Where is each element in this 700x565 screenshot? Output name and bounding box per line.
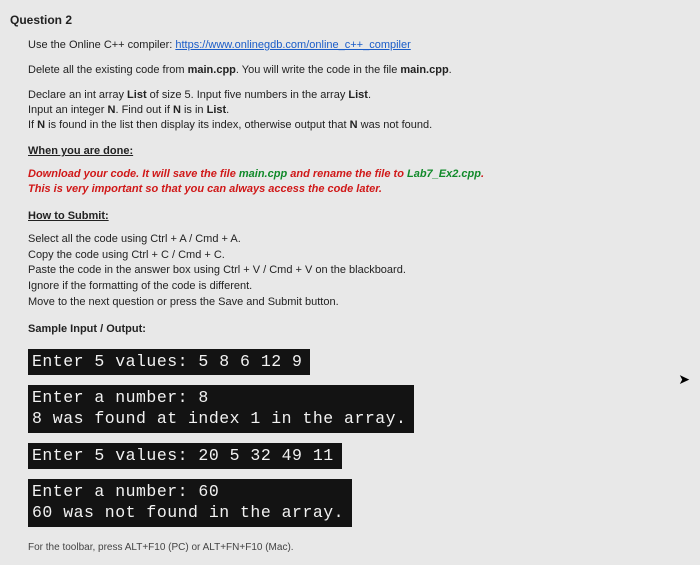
t: of size 5. Input five numbers in the arr… bbox=[147, 89, 349, 101]
sample-heading: Sample Input / Output: bbox=[28, 322, 682, 337]
list-var: List bbox=[207, 104, 227, 116]
terminal-run-1b: Enter a number: 8 8 was found at index 1… bbox=[28, 385, 682, 442]
text: . You will write the code in the file bbox=[236, 64, 400, 76]
task-line-3: If N is found in the list then display i… bbox=[28, 118, 682, 133]
term-line: Enter 5 values: 5 8 6 12 9 bbox=[32, 352, 302, 373]
filename: main.cpp bbox=[188, 64, 236, 76]
t: . bbox=[368, 89, 371, 101]
text: . bbox=[449, 64, 452, 76]
task-block: Declare an int array List of size 5. Inp… bbox=[28, 88, 682, 133]
t: is found in the list then display its in… bbox=[45, 119, 350, 131]
terminal-run-2b: Enter a number: 60 60 was not found in t… bbox=[28, 479, 682, 536]
t: If bbox=[28, 119, 37, 131]
dl-c: . bbox=[481, 168, 484, 180]
cursor-icon: ➤ bbox=[678, 370, 690, 389]
term-line: Enter a number: 8 bbox=[32, 388, 406, 409]
t: Declare an int array bbox=[28, 89, 127, 101]
filename: main.cpp bbox=[400, 64, 448, 76]
text: Delete all the existing code from bbox=[28, 64, 188, 76]
term-line: Enter 5 values: 20 5 32 49 11 bbox=[32, 446, 334, 467]
done-heading: When you are done: bbox=[28, 144, 682, 159]
dl-main: main.cpp bbox=[239, 168, 287, 180]
question-heading: Question 2 bbox=[10, 12, 682, 28]
question-body: Use the Online C++ compiler: https://www… bbox=[10, 38, 682, 554]
task-line-2: Input an integer N. Find out if N is in … bbox=[28, 103, 682, 118]
term-line: 60 was not found in the array. bbox=[32, 503, 344, 524]
n-var: N bbox=[37, 119, 45, 131]
step-4: Ignore if the formatting of the code is … bbox=[28, 279, 682, 294]
t: is in bbox=[181, 104, 207, 116]
compiler-instruction: Use the Online C++ compiler: https://www… bbox=[28, 38, 682, 53]
terminal-run-1a: Enter 5 values: 5 8 6 12 9 bbox=[28, 349, 682, 386]
download-block: Download your code. It will save the fil… bbox=[28, 167, 682, 197]
term-line: 8 was found at index 1 in the array. bbox=[32, 409, 406, 430]
t: . Find out if bbox=[115, 104, 172, 116]
dl-a: Download your code. It will save the fil… bbox=[28, 168, 239, 180]
compiler-prefix: Use the Online C++ compiler: bbox=[28, 39, 175, 51]
submit-heading: How to Submit: bbox=[28, 209, 682, 224]
t: was not found. bbox=[358, 119, 433, 131]
dl-important: This is very important so that you can a… bbox=[28, 182, 682, 197]
dl-lab: Lab7_Ex2.cpp bbox=[407, 168, 481, 180]
step-1: Select all the code using Ctrl + A / Cmd… bbox=[28, 232, 682, 247]
step-5: Move to the next question or press the S… bbox=[28, 295, 682, 310]
list-var: List bbox=[127, 89, 147, 101]
n-var: N bbox=[350, 119, 358, 131]
list-var: List bbox=[348, 89, 368, 101]
t: Input an integer bbox=[28, 104, 108, 116]
submit-steps: Select all the code using Ctrl + A / Cmd… bbox=[28, 232, 682, 310]
n-var: N bbox=[173, 104, 181, 116]
toolbar-footnote: For the toolbar, press ALT+F10 (PC) or A… bbox=[28, 541, 682, 555]
task-line-1: Declare an int array List of size 5. Inp… bbox=[28, 88, 682, 103]
delete-instruction: Delete all the existing code from main.c… bbox=[28, 63, 682, 78]
terminal-run-2a: Enter 5 values: 20 5 32 49 11 bbox=[28, 443, 682, 480]
t: . bbox=[226, 104, 229, 116]
term-line: Enter a number: 60 bbox=[32, 482, 344, 503]
step-2: Copy the code using Ctrl + C / Cmd + C. bbox=[28, 248, 682, 263]
step-3: Paste the code in the answer box using C… bbox=[28, 263, 682, 278]
dl-b: and rename the file to bbox=[287, 168, 407, 180]
compiler-link[interactable]: https://www.onlinegdb.com/online_c++_com… bbox=[175, 39, 410, 51]
